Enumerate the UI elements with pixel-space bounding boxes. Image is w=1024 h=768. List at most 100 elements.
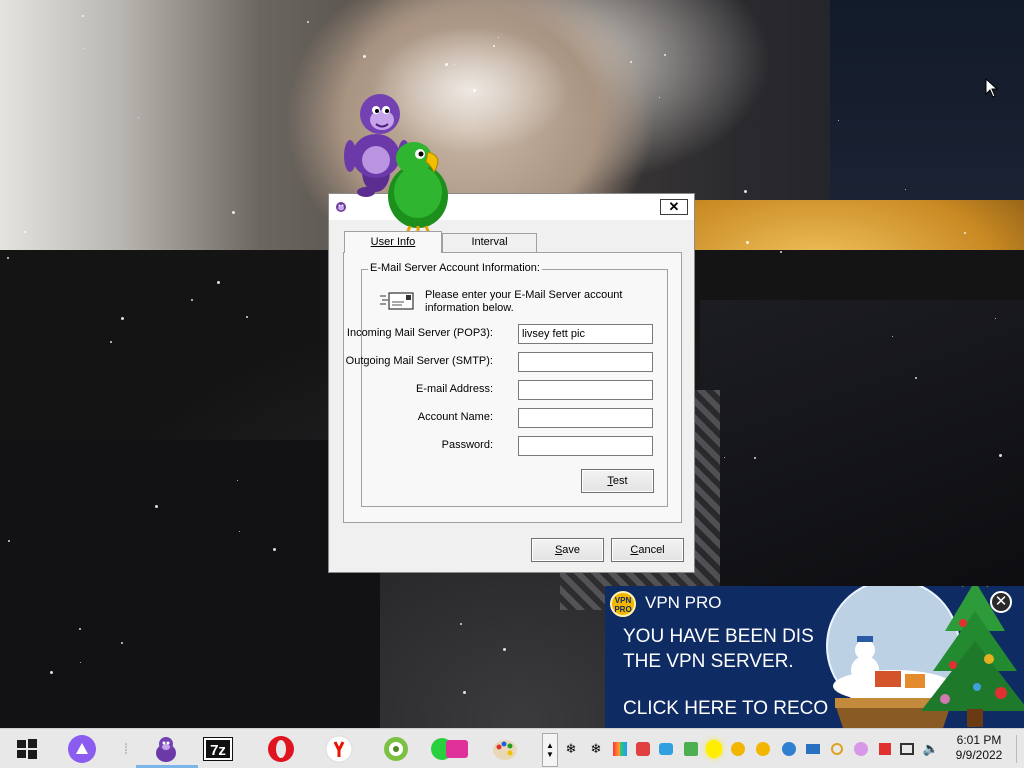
snowflake-speck: [273, 548, 276, 551]
user-info-panel: E-Mail Server Account Information: Pleas…: [343, 252, 682, 523]
snowflake-speck: [995, 318, 996, 319]
snowflake-speck: [964, 232, 966, 234]
sun-tray-icon[interactable]: [706, 740, 722, 758]
snowflake-speck: [493, 45, 495, 47]
snowflake-speck: [664, 54, 666, 56]
volume-icon[interactable]: 🔈: [923, 741, 939, 757]
snowflake-speck: [191, 299, 193, 301]
group-title: E-Mail Server Account Information:: [368, 262, 542, 274]
clock-date: 9/9/2022: [955, 748, 1003, 762]
snowflake-speck: [80, 662, 81, 663]
tab-interval-label: Interval: [471, 236, 508, 248]
vpn-tray-icon-2[interactable]: [755, 741, 771, 757]
app-tray-icon[interactable]: [635, 741, 651, 757]
snowflake-speck: [24, 231, 26, 233]
snowflake-speck: [8, 540, 10, 542]
snowflake-speck: [50, 671, 53, 674]
tiles-tray-icon[interactable]: [612, 741, 628, 757]
snowflake-speck: [7, 257, 9, 259]
paint-icon[interactable]: [490, 734, 520, 764]
snowflake-speck: [892, 336, 893, 337]
snowflake-speck: [999, 454, 1002, 457]
test-label: est: [612, 475, 628, 487]
email-address-input[interactable]: [518, 380, 653, 400]
vpn-close-button[interactable]: ✕: [990, 591, 1012, 613]
snowflake-speck: [138, 117, 139, 118]
vpn-pro-logo: VPN PRO: [610, 591, 636, 617]
snowflake-speck: [838, 120, 839, 121]
pop3-label: Incoming Mail Server (POP3):: [346, 327, 493, 339]
7zip-label: 7z: [203, 737, 233, 761]
mail-tray-icon[interactable]: [805, 741, 821, 757]
snowflake-speck: [905, 189, 906, 190]
smtp-server-input[interactable]: [518, 352, 653, 372]
account-name-input[interactable]: [518, 408, 653, 428]
chat-tray-icon[interactable]: [658, 741, 674, 757]
mail-envelope-icon: [380, 292, 414, 310]
snowflake-speck: [659, 97, 660, 98]
snowflake-speck: [363, 55, 366, 58]
clock[interactable]: 6:01 PM 9/9/2022: [944, 733, 1014, 763]
parrot-assistant-icon[interactable]: [384, 138, 456, 238]
cancel-label: ancel: [638, 544, 665, 556]
7zip-icon[interactable]: 7z: [203, 734, 233, 764]
wallpaper-coat-left: [0, 440, 380, 728]
snowflake-tray-icon-2[interactable]: ❄: [588, 741, 604, 757]
windows-start-icon[interactable]: [12, 734, 42, 764]
snowflake-speck: [746, 241, 749, 244]
vpn-message: YOU HAVE BEEN DIS THE VPN SERVER.: [623, 624, 833, 674]
snowflake-speck: [246, 316, 248, 318]
snowflake-tray-icon[interactable]: ❄: [563, 741, 579, 757]
snowflake-speck: [754, 457, 756, 459]
flag-tray-icon[interactable]: [877, 741, 893, 757]
save-button[interactable]: Save: [531, 538, 604, 562]
snowflake-speck: [744, 190, 747, 193]
opera-icon[interactable]: [266, 734, 296, 764]
snowflake-speck: [915, 377, 917, 379]
yandex-icon[interactable]: [324, 734, 354, 764]
tab-user-info[interactable]: User Info: [344, 231, 442, 253]
taskbar: ┊ 7z ▲ ▼ ❄ ❄ 🔈 6:01 PM 9/9/2022: [0, 728, 1024, 768]
cd-burner-icon[interactable]: [381, 734, 411, 764]
vpn-title: VPN PRO: [645, 593, 722, 612]
vpn-reconnect-link[interactable]: CLICK HERE TO RECO: [623, 698, 833, 720]
bonzibuddy-icon[interactable]: [151, 734, 181, 764]
snowflake-speck: [79, 628, 81, 630]
close-button[interactable]: ✕: [660, 199, 688, 215]
vpn-logo-line1: VPN: [614, 596, 632, 605]
snowflake-speck: [82, 15, 84, 17]
clock-time: 6:01 PM: [956, 733, 1002, 747]
snowflake-speck: [232, 211, 235, 214]
snowflake-speck: [239, 531, 240, 532]
save-label: ave: [562, 544, 581, 556]
cancel-button[interactable]: Cancel: [611, 538, 684, 562]
snowflake-speck: [445, 63, 448, 66]
pop3-server-input[interactable]: [518, 324, 653, 344]
network-tray-icon[interactable]: [899, 741, 915, 757]
snowflake-speck: [121, 317, 124, 320]
snowflake-speck: [155, 505, 158, 508]
fast-video-icon[interactable]: [430, 734, 470, 764]
password-input[interactable]: [518, 436, 653, 456]
vpn-notification[interactable]: VPN PRO VPN PRO YOU HAVE BEEN DIS THE VPN…: [605, 586, 1024, 728]
snowflake-speck: [630, 61, 632, 63]
test-button[interactable]: Test: [581, 469, 654, 493]
taskbar-scroll-icon[interactable]: ▲ ▼: [542, 733, 558, 767]
tab-interval[interactable]: Interval: [442, 233, 537, 252]
vpn-message-line1: YOU HAVE BEEN DIS: [623, 626, 814, 647]
cortana-icon[interactable]: [67, 734, 97, 764]
snowflake-speck: [121, 642, 123, 644]
snowflake-speck: [503, 648, 506, 651]
mouse-cursor-icon: [985, 78, 999, 98]
emoji-tray-icon[interactable]: [853, 741, 869, 757]
vpn-tray-icon[interactable]: [730, 741, 746, 757]
server-account-group: E-Mail Server Account Information: Pleas…: [346, 262, 668, 507]
account-name-label: Account Name:: [417, 411, 493, 423]
search-tray-icon[interactable]: [829, 741, 845, 757]
network-status-tray-icon[interactable]: [781, 741, 797, 757]
plant-tray-icon[interactable]: [683, 741, 699, 757]
taskbar-divider-icon: ┊: [122, 743, 130, 755]
show-desktop-button[interactable]: [1016, 735, 1017, 763]
snowflake-speck: [473, 89, 476, 92]
wallpaper-dark-region: [830, 0, 1024, 200]
